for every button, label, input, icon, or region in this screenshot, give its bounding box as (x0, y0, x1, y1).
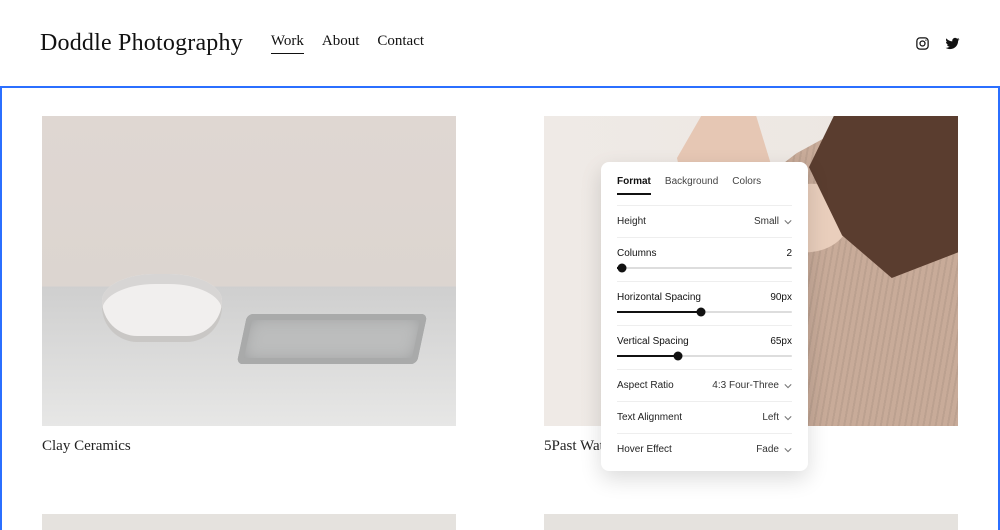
site-header: Doddle Photography Work About Contact (0, 0, 1000, 86)
row-label: Aspect Ratio (617, 380, 674, 391)
nav-item-work[interactable]: Work (271, 33, 304, 54)
row-value: Small (754, 216, 779, 227)
vertical-spacing-slider[interactable] (617, 355, 792, 357)
row-vertical-spacing: Vertical Spacing 65px (617, 325, 792, 369)
nav-item-contact[interactable]: Contact (377, 33, 424, 54)
tab-background[interactable]: Background (665, 176, 718, 195)
card-image (42, 116, 456, 426)
row-label: Height (617, 216, 646, 227)
row-label: Horizontal Spacing (617, 292, 701, 303)
editor-canvas: Clay Ceramics 5Past Watch (0, 86, 1000, 530)
portfolio-card[interactable]: Clay Ceramics (42, 116, 456, 455)
row-value: 90px (770, 292, 792, 303)
row-label: Vertical Spacing (617, 336, 689, 347)
row-value: Left (762, 412, 779, 423)
portfolio-grid: Clay Ceramics 5Past Watch (42, 116, 958, 455)
header-left: Doddle Photography Work About Contact (40, 30, 424, 57)
row-columns: Columns 2 (617, 237, 792, 281)
site-title: Doddle Photography (40, 30, 243, 57)
chevron-down-icon (784, 382, 792, 390)
card-caption: Clay Ceramics (42, 438, 456, 455)
row-label: Hover Effect (617, 444, 672, 455)
row-value: Fade (756, 444, 779, 455)
row-value: 4:3 Four-Three (712, 380, 779, 391)
main-nav: Work About Contact (271, 33, 424, 54)
row-height[interactable]: Height Small (617, 205, 792, 237)
header-right (914, 35, 960, 51)
instagram-icon[interactable] (914, 35, 930, 51)
next-row-peek (42, 514, 958, 530)
tab-format[interactable]: Format (617, 176, 651, 195)
tab-colors[interactable]: Colors (732, 176, 761, 195)
panel-tabs: Format Background Colors (617, 176, 792, 195)
horizontal-spacing-slider[interactable] (617, 311, 792, 313)
chevron-down-icon (784, 414, 792, 422)
row-text-alignment[interactable]: Text Alignment Left (617, 401, 792, 433)
row-value: 65px (770, 336, 792, 347)
twitter-icon[interactable] (944, 35, 960, 51)
row-value: 2 (786, 248, 792, 259)
row-label: Text Alignment (617, 412, 682, 423)
row-horizontal-spacing: Horizontal Spacing 90px (617, 281, 792, 325)
row-aspect-ratio[interactable]: Aspect Ratio 4:3 Four-Three (617, 369, 792, 401)
columns-slider[interactable] (617, 267, 792, 269)
format-panel: Format Background Colors Height Small Co… (601, 162, 808, 471)
chevron-down-icon (784, 446, 792, 454)
row-label: Columns (617, 248, 656, 259)
chevron-down-icon (784, 218, 792, 226)
nav-item-about[interactable]: About (322, 33, 360, 54)
row-hover-effect[interactable]: Hover Effect Fade (617, 433, 792, 465)
